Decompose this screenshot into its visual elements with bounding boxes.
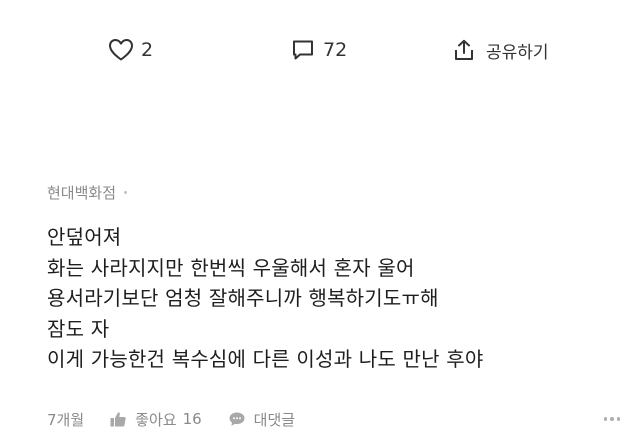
- dot: [603, 417, 607, 421]
- heart-outline-icon: [108, 37, 134, 63]
- comment-line: 용서라기보단 엄청 잘해주니까 행복하기도ㅠ해: [47, 286, 439, 310]
- comment-line: 이게 가능한건 복수심에 다른 이성과 나도 만난 후야: [47, 347, 484, 371]
- more-dots-icon[interactable]: [601, 408, 620, 430]
- post-share-button[interactable]: 공유하기: [451, 28, 549, 72]
- post-comment-button[interactable]: 72: [290, 28, 347, 72]
- comment-line: 잠도 자: [47, 316, 110, 341]
- share-icon: [451, 37, 477, 63]
- thumbs-up-icon: [109, 410, 127, 428]
- reply-label: 대댓글: [253, 410, 296, 429]
- comment-like-count: 16: [182, 410, 202, 428]
- reply-button[interactable]: 대댓글: [228, 409, 295, 430]
- comment-line: 화는 사라지지만 한번씩 우울해서 혼자 울어: [47, 255, 415, 280]
- post-action-bar: 2 72 공유하기: [0, 28, 640, 72]
- separator-dot: [124, 190, 128, 194]
- share-label: 공유하기: [486, 42, 549, 63]
- comment-like-label: 좋아요: [135, 410, 177, 429]
- comment-line: 안덮어져: [47, 225, 122, 249]
- reply-bubble-icon: [228, 410, 246, 428]
- dot: [616, 417, 620, 421]
- post-comment-count: 72: [323, 39, 348, 61]
- speech-bubble-icon: [290, 37, 316, 63]
- post-like-count: 2: [141, 39, 154, 61]
- dot: [610, 417, 614, 421]
- comment-header: 현대백화점: [47, 178, 627, 206]
- comment-like-button[interactable]: 좋아요 16: [109, 409, 202, 430]
- comment-body: 안덮어져 화는 사라지지만 한번씩 우울해서 혼자 울어 용서라기보단 엄청 잘…: [47, 222, 627, 375]
- comment-author[interactable]: 현대백화점: [47, 182, 116, 203]
- post-like-button[interactable]: 2: [108, 28, 153, 72]
- comment-footer: 7개월 좋아요 16 대댓글: [47, 405, 620, 433]
- comment-time: 7개월: [47, 410, 85, 429]
- comment-item: 현대백화점 안덮어져 화는 사라지지만 한번씩 우울해서 혼자 울어 용서라기보…: [47, 178, 627, 375]
